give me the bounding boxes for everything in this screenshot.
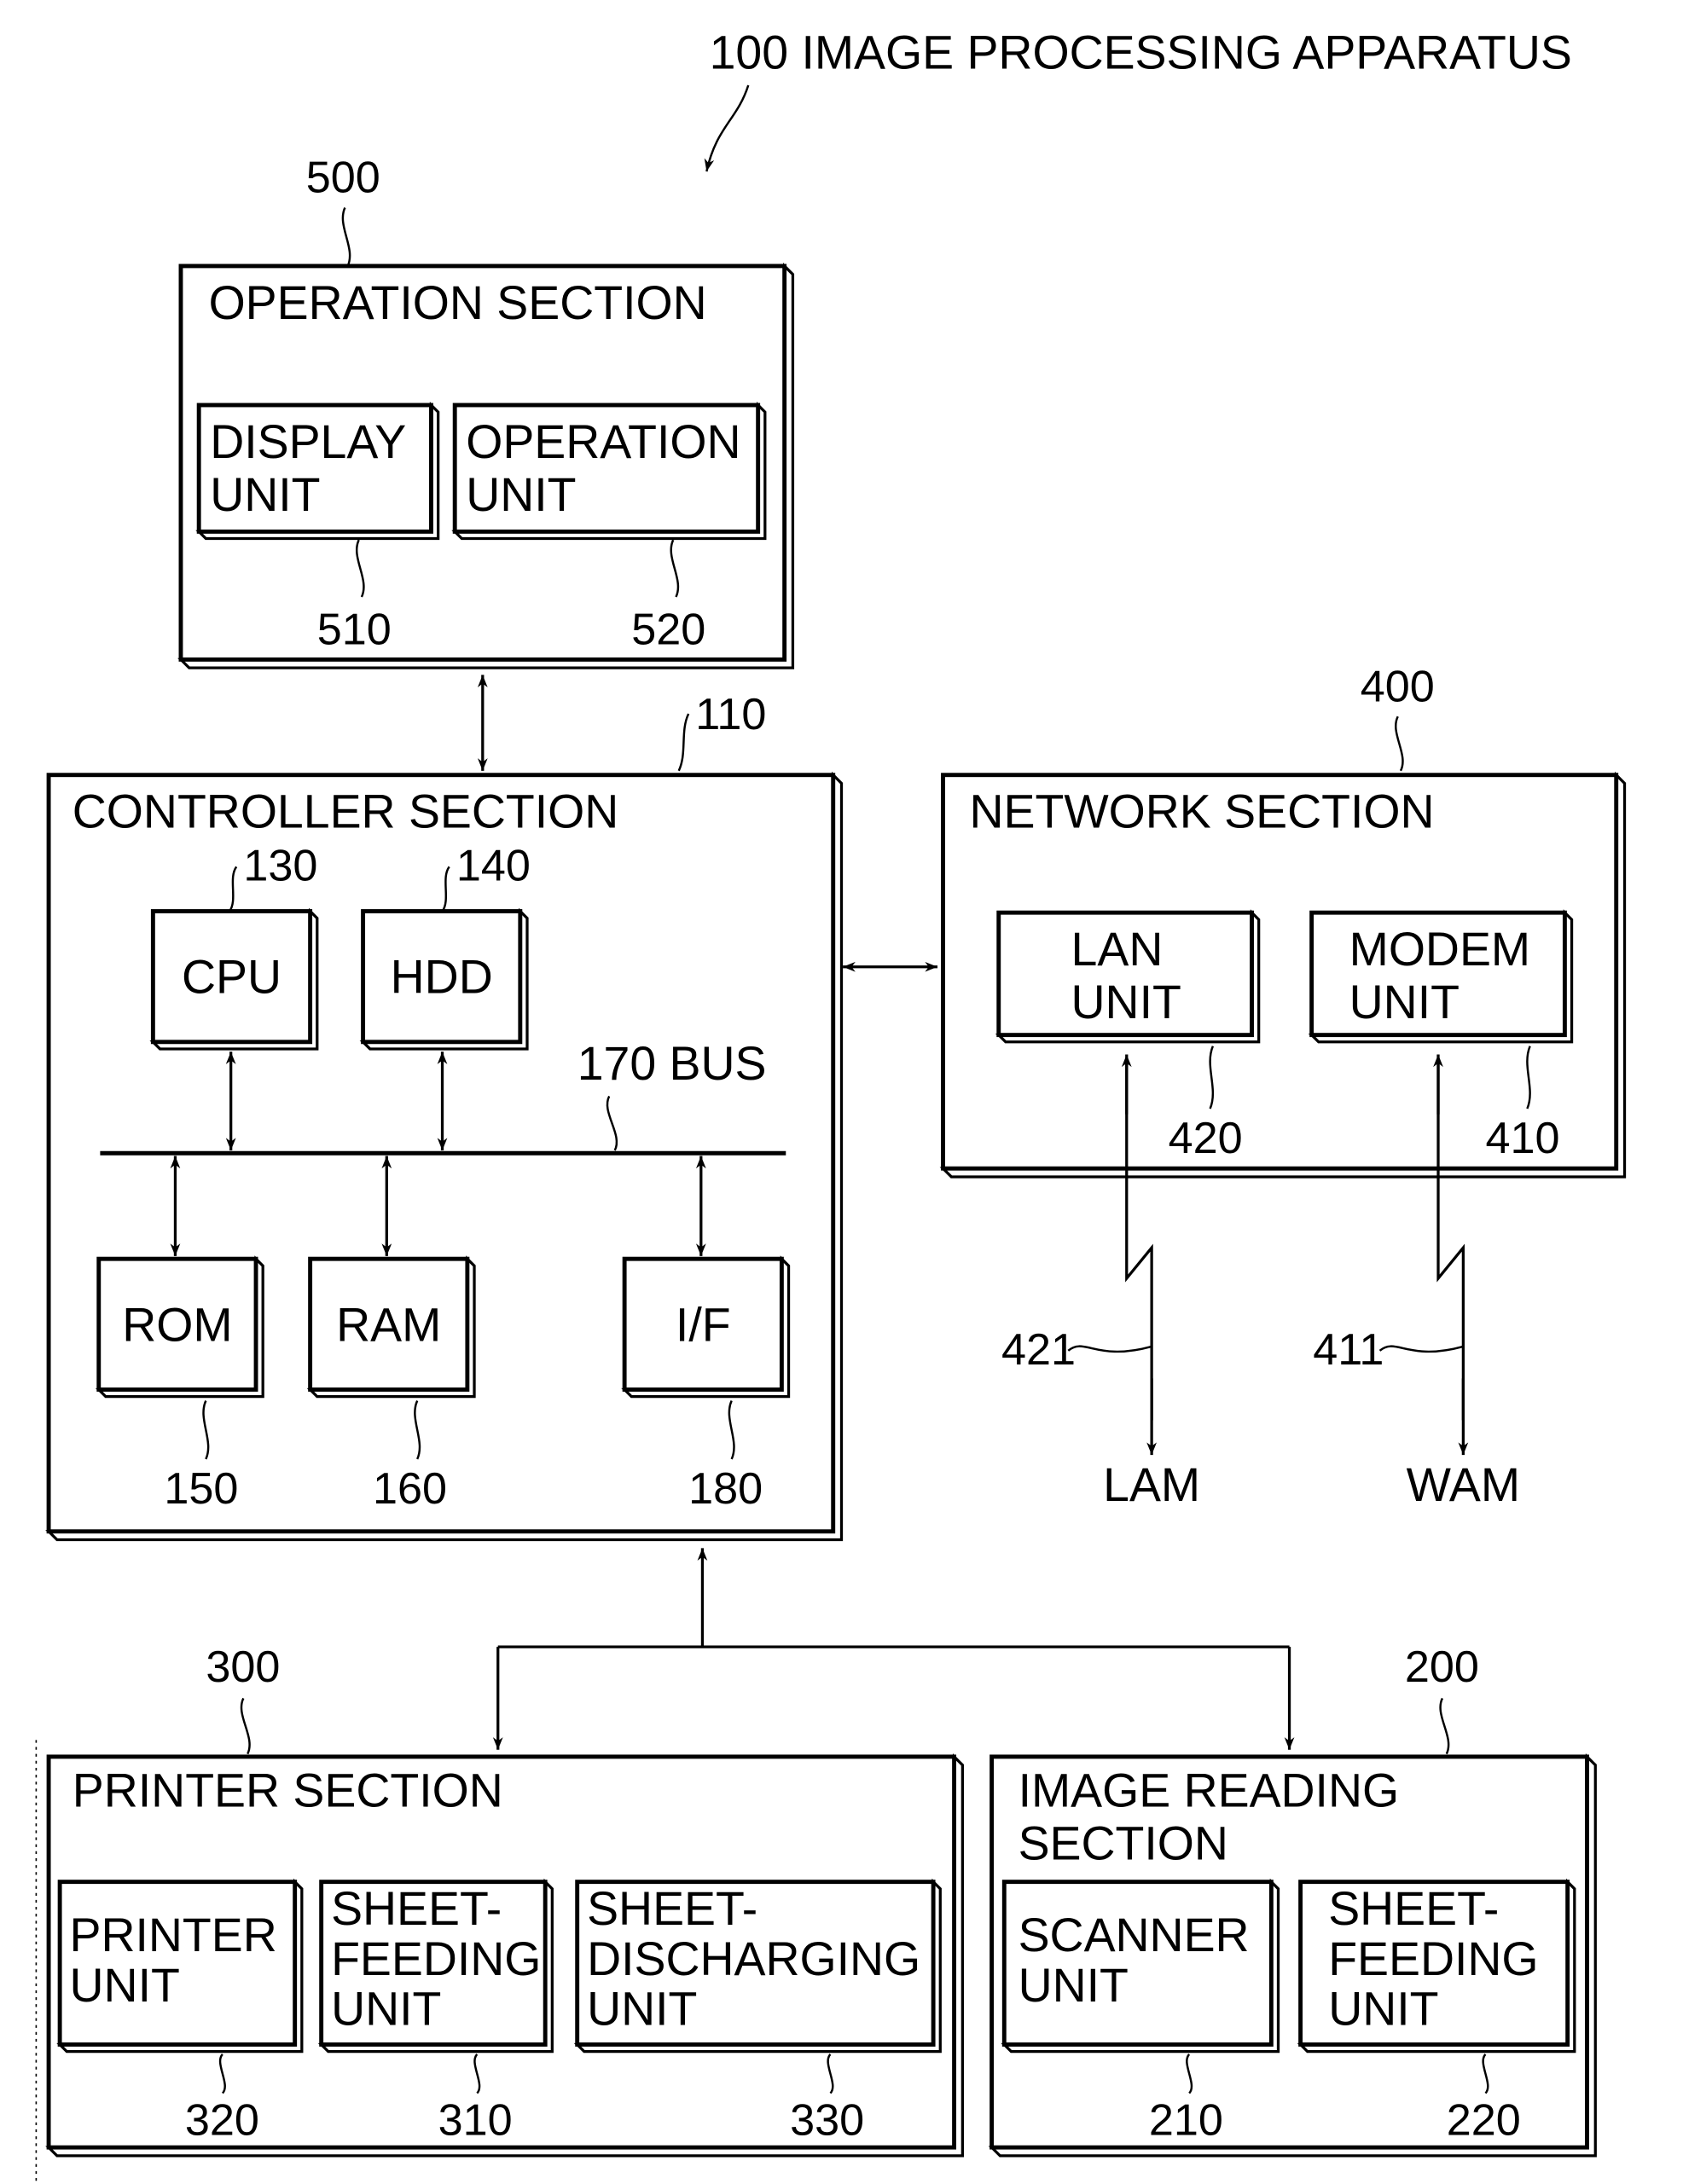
unit-label: MODEM [1349, 923, 1530, 976]
image-reading-section-label: SECTION [1019, 1817, 1228, 1870]
ref-160: 160 [373, 1464, 447, 1514]
reading-unit-box-220: SHEET-FEEDINGUNIT [1297, 1878, 1576, 2054]
ref-520: 520 [631, 605, 705, 654]
ref-421: 421 [1001, 1325, 1076, 1375]
unit-label: UNIT [1328, 1983, 1438, 2036]
operation-unit-box-510: DISPLAYUNIT [195, 402, 440, 541]
unit-label: CPU [182, 951, 281, 1004]
leader-110 [677, 713, 690, 772]
ref-500: 500 [306, 154, 380, 203]
ref-310: 310 [438, 2095, 513, 2145]
leader-300 [240, 1697, 251, 1755]
unit-label: UNIT [210, 468, 320, 521]
bus-label: 170 BUS [577, 1037, 767, 1090]
unit-label: UNIT [466, 468, 576, 521]
ref-300: 300 [206, 1642, 280, 1692]
unit-label: RAM [336, 1298, 441, 1351]
unit-label: DISPLAY [210, 415, 406, 468]
apparatus-title: 100 IMAGE PROCESSING APPARATUS [710, 26, 1572, 78]
unit-label: FEEDING [1328, 1932, 1538, 1985]
leader-200 [1439, 1697, 1450, 1755]
ref-400: 400 [1361, 662, 1435, 711]
unit-label: SHEET- [1328, 1882, 1499, 1935]
ref-330: 330 [790, 2095, 864, 2145]
ref-200: 200 [1405, 1642, 1479, 1692]
unit-label: UNIT [70, 1959, 180, 2012]
unit-label: OPERATION [466, 415, 740, 468]
ref-320: 320 [185, 2095, 259, 2145]
ref-130: 130 [243, 842, 317, 891]
unit-label: LAN [1071, 923, 1164, 976]
unit-label: UNIT [1349, 976, 1460, 1028]
ref-210: 210 [1149, 2095, 1223, 2145]
unit-label: UNIT [1071, 976, 1181, 1028]
unit-label: PRINTER [70, 1909, 277, 1961]
controller-unit-box-if: I/F [621, 1255, 791, 1399]
unit-label: DISCHARGING [587, 1932, 920, 1985]
unit-label: UNIT [587, 1983, 697, 2036]
title-pointer-arrow [704, 84, 750, 172]
unit-label: I/F [676, 1298, 731, 1351]
unit-label: SHEET- [587, 1882, 757, 1935]
controller-unit-box-hdd: HDD [359, 907, 529, 1051]
ref-411: 411 [1313, 1325, 1384, 1375]
network-unit-box-420: LANUNIT [995, 909, 1261, 1044]
unit-label: HDD [391, 951, 493, 1004]
printer-unit-box-330: SHEET-DISCHARGINGUNIT [573, 1878, 942, 2054]
printer-section-label: PRINTER SECTION [73, 1764, 503, 1817]
ref-510: 510 [317, 605, 392, 654]
network-section-label: NETWORK SECTION [970, 785, 1435, 838]
unit-label: SHEET- [331, 1882, 502, 1935]
network-unit-box-410: MODEMUNIT [1308, 909, 1574, 1044]
leader-400 [1395, 715, 1404, 772]
controller-unit-box-ram: RAM [306, 1255, 476, 1399]
ref-220: 220 [1447, 2095, 1521, 2145]
ref-140: 140 [456, 842, 531, 891]
controller-section-label: CONTROLLER SECTION [73, 785, 619, 838]
leader-411 [1378, 1345, 1464, 1353]
controller-unit-box-rom: ROM [95, 1255, 264, 1399]
unit-label: SCANNER [1019, 1909, 1250, 1961]
operation-section-label: OPERATION SECTION [209, 276, 707, 329]
ref-420: 420 [1169, 1114, 1243, 1163]
leader-421 [1067, 1345, 1152, 1353]
unit-label: ROM [122, 1298, 232, 1351]
unit-label: FEEDING [331, 1932, 541, 1985]
image-reading-section-label: IMAGE READING [1019, 1764, 1400, 1817]
link-end-label-lam: LAM [1103, 1458, 1200, 1511]
controller-unit-box-cpu: CPU [149, 907, 319, 1051]
unit-label: UNIT [1019, 1959, 1129, 2012]
reading-unit-box-210: SCANNERUNIT [1001, 1878, 1280, 2054]
block-diagram: 100 IMAGE PROCESSING APPARATUS OPERATION… [35, 26, 1627, 2182]
leader-500 [341, 206, 351, 267]
ref-150: 150 [164, 1464, 238, 1514]
printer-unit-box-320: PRINTERUNIT [56, 1878, 304, 2054]
ref-180: 180 [688, 1464, 763, 1514]
unit-label: UNIT [331, 1983, 441, 2036]
operation-unit-box-520: OPERATIONUNIT [451, 402, 767, 541]
printer-unit-box-310: SHEET-FEEDINGUNIT [317, 1878, 554, 2054]
link-end-label-wam: WAM [1407, 1458, 1520, 1511]
ref-410: 410 [1485, 1114, 1559, 1163]
ref-110: 110 [695, 690, 766, 739]
